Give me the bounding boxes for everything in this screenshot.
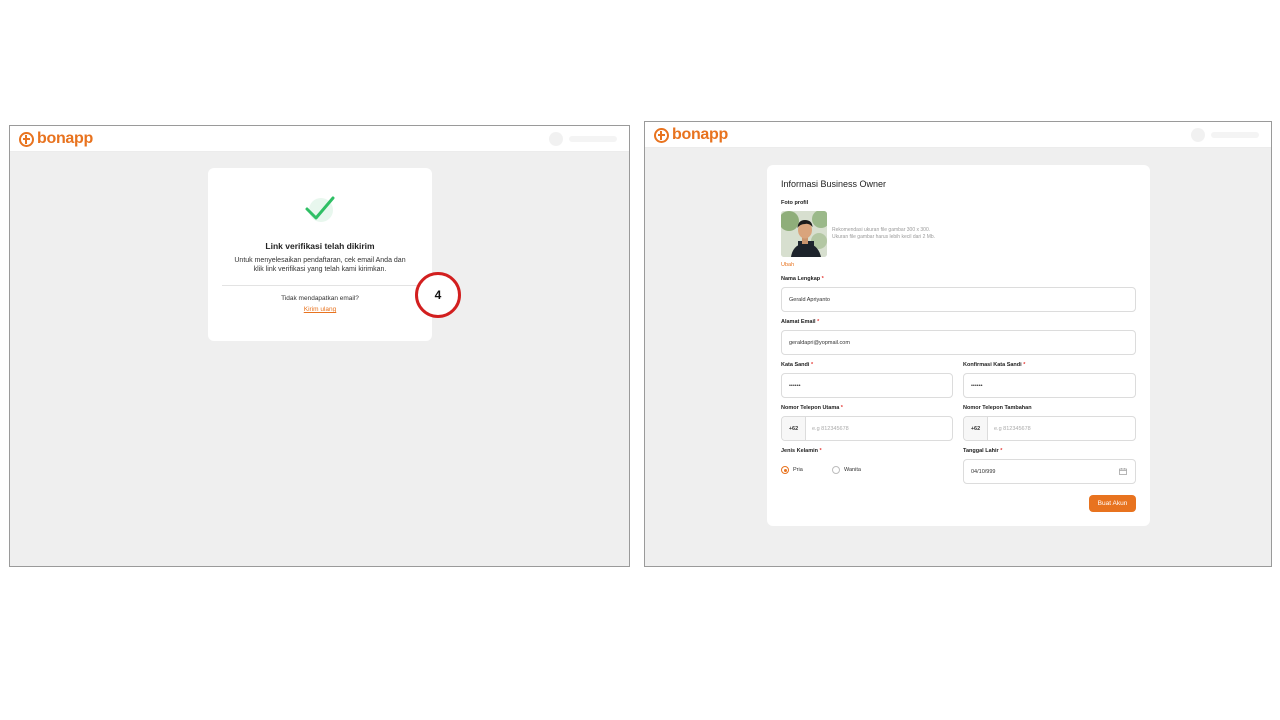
photo-hint: Rekomendasi ukuran file gambar 300 x 300…	[832, 227, 936, 240]
owner-info-form: Informasi Business Owner Foto profil Rek…	[767, 165, 1150, 526]
step-number-badge: 4	[415, 272, 461, 318]
brand-name-bold: app	[65, 130, 93, 147]
profile-photo[interactable]	[781, 211, 827, 257]
verification-title: Link verifikasi telah dikirim	[265, 241, 375, 251]
name-label: Nama Lengkap *	[781, 276, 824, 282]
email-label: Alamat Email *	[781, 319, 820, 325]
bonapp-logo-icon	[19, 131, 34, 147]
avatar-icon	[549, 132, 563, 146]
calendar-icon[interactable]	[1119, 468, 1127, 475]
verification-description: Untuk menyelesaikan pendaftaran, cek ema…	[234, 257, 406, 273]
country-code[interactable]: +62	[782, 417, 806, 440]
main-phone-label: Nomor Telepon Utama *	[781, 405, 843, 411]
confirm-password-input[interactable]: ••••••	[963, 373, 1136, 398]
gender-label: Jenis Kelamin *	[781, 448, 822, 454]
bonapp-logo-icon	[654, 127, 669, 143]
radio-selected-icon	[781, 466, 789, 474]
password-input[interactable]: ••••••	[781, 373, 953, 398]
verification-screen: bonapp Link verifikasi telah dikirim Unt…	[9, 125, 630, 567]
extra-phone-label: Nomor Telepon Tambahan	[963, 405, 1032, 411]
main-phone-placeholder: e.g 812345678	[812, 425, 849, 432]
resend-link[interactable]: Kirim ulang	[208, 306, 432, 313]
brand-name-light: bon	[37, 130, 66, 147]
change-photo-link[interactable]: Ubah	[781, 262, 794, 268]
birthdate-label: Tanggal Lahir *	[963, 448, 1003, 454]
business-owner-form-screen: bonapp Informasi Business Owner Foto pro…	[644, 121, 1272, 567]
gender-option-pria[interactable]: Pria	[781, 466, 803, 474]
main-phone-input[interactable]: +62 e.g 812345678	[781, 416, 953, 441]
birthdate-input[interactable]: 04/10/999	[963, 459, 1136, 484]
top-bar: bonapp	[645, 122, 1271, 148]
extra-phone-placeholder: e.g 812345678	[994, 425, 1031, 432]
brand-name-bold: app	[700, 126, 728, 143]
top-bar: bonapp	[10, 126, 629, 152]
brand-name-light: bon	[672, 126, 701, 143]
divider	[222, 285, 418, 286]
confirm-password-label: Konfirmasi Kata Sandi *	[963, 362, 1026, 368]
form-title: Informasi Business Owner	[781, 179, 887, 189]
profile-photo-icon	[781, 211, 827, 257]
brand-logo[interactable]: bonapp	[19, 130, 93, 148]
user-menu[interactable]	[549, 132, 617, 146]
country-code[interactable]: +62	[964, 417, 988, 440]
check-icon	[304, 194, 336, 224]
brand-logo[interactable]: bonapp	[654, 126, 728, 144]
email-input[interactable]: geraldapri@yopmail.com	[781, 330, 1136, 355]
password-label: Kata Sandi *	[781, 362, 814, 368]
photo-label: Foto profil	[781, 200, 809, 206]
name-input[interactable]: Gerald Apriyanto	[781, 287, 1136, 312]
avatar-icon	[1191, 128, 1205, 142]
user-menu[interactable]	[1191, 128, 1259, 142]
radio-unselected-icon	[832, 466, 840, 474]
extra-phone-input[interactable]: +62 e.g 812345678	[963, 416, 1136, 441]
no-email-question: Tidak mendapatkan email?	[281, 295, 359, 302]
verification-card: Link verifikasi telah dikirim Untuk meny…	[208, 168, 432, 341]
create-account-button[interactable]: Buat Akun	[1089, 495, 1136, 512]
gender-option-wanita[interactable]: Wanita	[832, 466, 861, 474]
